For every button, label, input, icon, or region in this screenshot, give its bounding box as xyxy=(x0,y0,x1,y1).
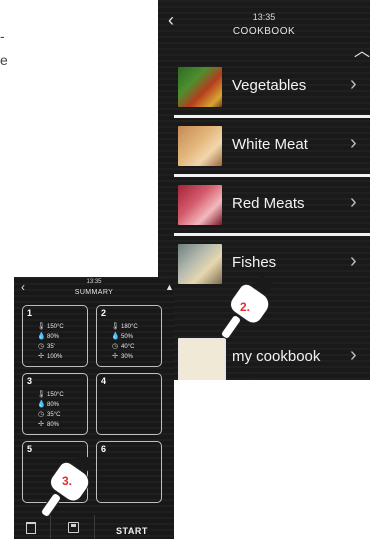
slot-humidity: 💧50% xyxy=(111,332,133,341)
fan-icon: ✢ xyxy=(112,353,118,360)
screen-title: COOKBOOK xyxy=(232,26,296,37)
humidity-value: 50% xyxy=(121,334,134,340)
my-cookbook-label: my cookbook xyxy=(232,348,321,365)
slot-number: 4 xyxy=(101,376,107,386)
slot-number: 5 xyxy=(27,444,33,454)
edge-icon: ▲ xyxy=(165,282,174,292)
fan-icon: ✢ xyxy=(38,421,44,428)
program-slot-6[interactable]: 6 xyxy=(96,441,162,503)
slot-number: 1 xyxy=(27,308,33,318)
category-label: Red Meats xyxy=(232,195,305,212)
fan-value: 30% xyxy=(121,354,134,360)
fragment-line: e xyxy=(0,52,8,68)
status-time: 13:35 xyxy=(86,279,102,285)
time-value: 35°C xyxy=(47,412,61,418)
humidity-drop-icon: 💧 xyxy=(111,333,120,340)
chevron-right-icon: › xyxy=(350,191,357,213)
vegetables-thumbnail xyxy=(178,67,222,107)
slot-temperature: 🌡150°C xyxy=(37,390,64,399)
time-value: 40°C xyxy=(121,344,135,350)
program-slot-1[interactable]: 1 🌡150°C 💧80% ◷ 35' ✢ 100% xyxy=(22,305,88,367)
category-item-white-meat[interactable]: White Meat › xyxy=(158,118,370,174)
humidity-value: 80% xyxy=(47,334,60,340)
screen-title: SUMMARY xyxy=(74,289,114,296)
slot-temperature: 🌡180°C xyxy=(111,322,138,331)
thermometer-icon: 🌡 xyxy=(111,323,120,330)
temperature-value: 180°C xyxy=(121,324,138,330)
fragment-line: - xyxy=(0,28,5,44)
program-slot-4[interactable]: 4 xyxy=(96,373,162,435)
category-item-vegetables[interactable]: Vegetables › xyxy=(158,59,370,115)
trash-icon[interactable] xyxy=(26,522,36,534)
humidity-drop-icon: 💧 xyxy=(37,401,46,408)
hand-pointer-icon: 3. xyxy=(39,452,98,526)
clock-icon: ◷ xyxy=(37,343,45,350)
step-number: 2. xyxy=(240,300,251,314)
slot-humidity: 💧80% xyxy=(37,332,59,341)
category-label: White Meat xyxy=(232,136,308,153)
scroll-up-icon[interactable]: ︿ xyxy=(354,37,370,61)
fishes-thumbnail xyxy=(178,244,222,284)
category-label: Fishes xyxy=(232,254,277,271)
hand-pointer-icon: 2. xyxy=(219,274,280,348)
chevron-right-icon: › xyxy=(350,344,357,366)
slot-time: ◷ 40°C xyxy=(111,342,134,351)
clock-icon: ◷ xyxy=(37,411,45,418)
thermometer-icon: 🌡 xyxy=(37,391,46,398)
slot-temperature: 🌡150°C xyxy=(37,322,64,331)
temperature-value: 150°C xyxy=(47,324,64,330)
temperature-value: 150°C xyxy=(47,392,64,398)
humidity-drop-icon: 💧 xyxy=(37,333,46,340)
red-meats-thumbnail xyxy=(178,185,222,225)
thermometer-icon: 🌡 xyxy=(37,323,46,330)
page-text-fragment: - e xyxy=(0,24,12,74)
step-number: 3. xyxy=(62,474,73,488)
chevron-right-icon: › xyxy=(350,73,357,95)
slot-number: 2 xyxy=(101,308,107,318)
fan-value: 100% xyxy=(47,354,63,360)
fan-icon: ✢ xyxy=(38,353,44,360)
program-slot-3[interactable]: 3 🌡150°C 💧80% ◷ 35°C ✢ 80% xyxy=(22,373,88,435)
slot-number: 3 xyxy=(27,376,33,386)
program-slot-2[interactable]: 2 🌡180°C 💧50% ◷ 40°C ✢ 30% xyxy=(96,305,162,367)
chevron-right-icon: › xyxy=(350,250,357,272)
chevron-right-icon: › xyxy=(350,132,357,154)
white-meat-thumbnail xyxy=(178,126,222,166)
time-value: 35' xyxy=(47,344,55,350)
slot-fan: ✢ 30% xyxy=(111,352,133,361)
clock-icon: ◷ xyxy=(111,343,119,350)
category-item-red-meats[interactable]: Red Meats › xyxy=(158,177,370,233)
humidity-value: 80% xyxy=(47,402,60,408)
slot-number: 6 xyxy=(101,444,107,454)
slot-humidity: 💧80% xyxy=(37,400,59,409)
status-time: 13:35 xyxy=(252,12,276,22)
fan-value: 80% xyxy=(47,422,60,428)
slot-fan: ✢ 100% xyxy=(37,352,62,361)
slot-time: ◷ 35°C xyxy=(37,410,60,419)
category-label: Vegetables xyxy=(232,77,307,94)
slot-time: ◷ 35' xyxy=(37,342,55,351)
start-button[interactable]: START xyxy=(116,526,148,536)
slot-fan: ✢ 80% xyxy=(37,420,59,429)
cookbook-thumbnail xyxy=(178,338,226,380)
